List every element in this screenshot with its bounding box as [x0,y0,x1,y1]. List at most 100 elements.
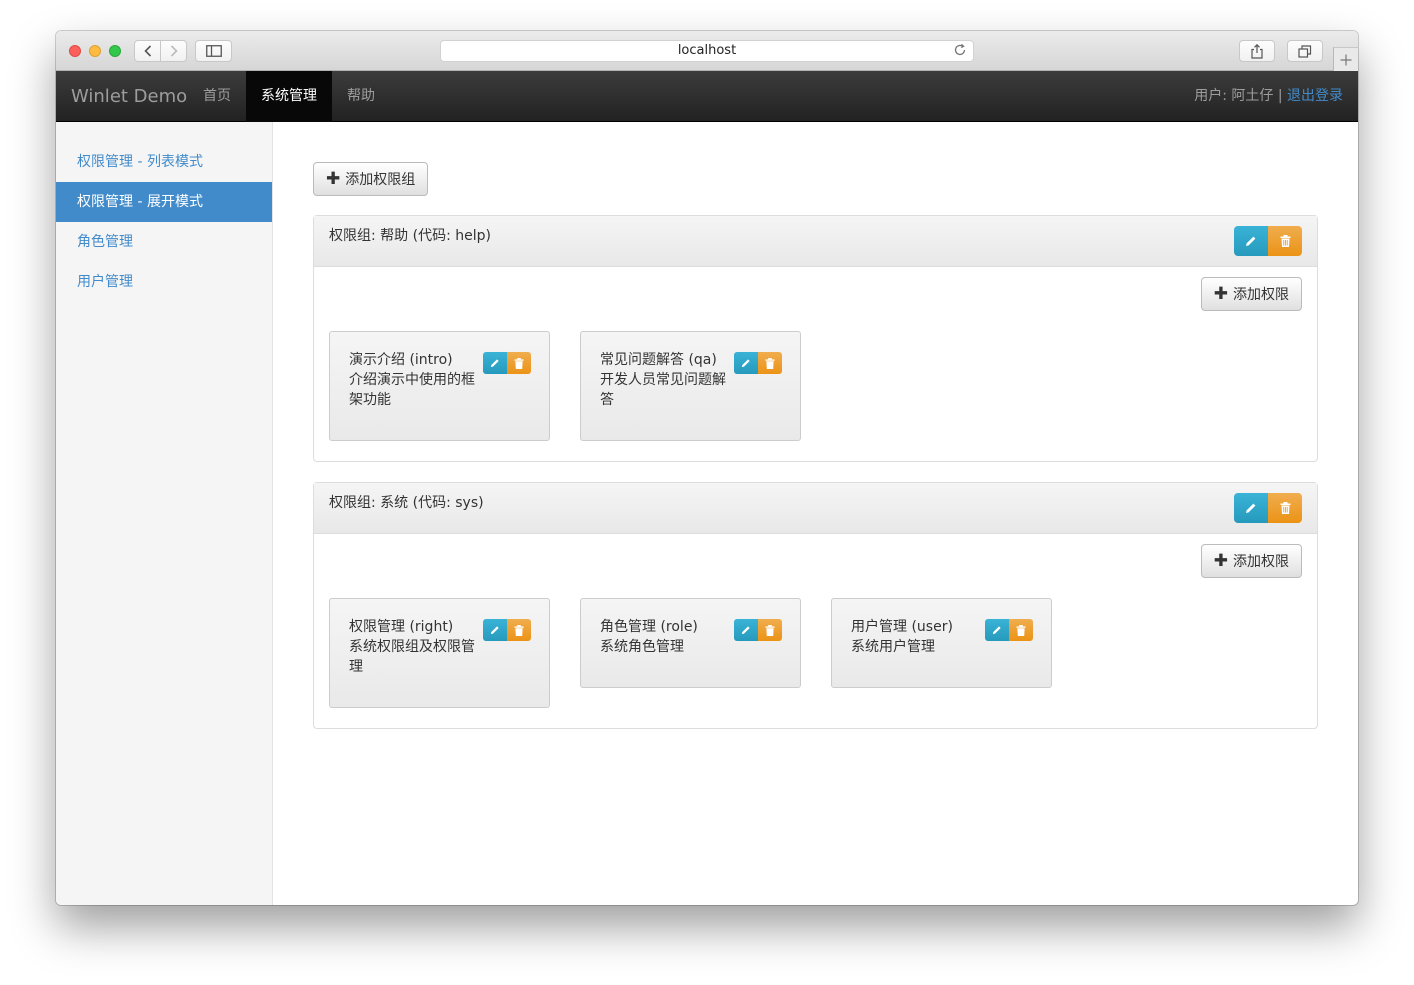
edit-permission-button[interactable] [734,619,758,641]
add-permission-button[interactable]: ✚ 添加权限 [1200,544,1302,578]
permission-card: 演示介绍 (intro) 介绍演示中使用的框架功能 [329,331,550,441]
nav-item-home[interactable]: 首页 [188,71,246,122]
permission-card: 角色管理 (role) 系统角色管理 [580,598,801,688]
pencil-icon [741,626,750,635]
add-permission-label: 添加权限 [1233,554,1289,570]
share-button[interactable] [1239,40,1275,62]
logout-link[interactable]: 退出登录 [1287,88,1343,104]
permission-actions [734,352,782,374]
minimize-window-button[interactable] [89,45,101,57]
group-header: 权限组: 帮助 (代码: help) [314,216,1317,267]
pencil-icon [1246,236,1256,246]
edit-group-button[interactable] [1234,226,1268,256]
permission-actions [734,619,782,641]
edit-permission-button[interactable] [483,352,507,374]
permission-title: 权限管理 (right) [349,619,454,635]
nav-item-help[interactable]: 帮助 [332,71,390,122]
sidebar-item-rights-expanded[interactable]: 权限管理 - 展开模式 [56,182,272,222]
edit-permission-button[interactable] [985,619,1009,641]
permission-group: 权限组: 帮助 (代码: help) ✚ 添加权限 演示介绍 (intro) 介… [313,215,1318,462]
pencil-icon [1246,503,1256,513]
app-navbar: Winlet Demo 首页 系统管理 帮助 用户: 阿土仔 | 退出登录 [56,71,1358,122]
trash-icon [1280,502,1290,514]
permission-card: 常见问题解答 (qa) 开发人员常见问题解答 [580,331,801,441]
permission-actions [985,619,1033,641]
permission-actions [483,352,531,374]
delete-permission-button[interactable] [1009,619,1033,641]
group-actions [1234,493,1302,523]
pencil-icon [741,359,750,368]
reload-icon[interactable] [953,43,967,64]
permission-card: 权限管理 (right) 系统权限组及权限管理 [329,598,550,708]
group-actions [1234,226,1302,256]
plus-icon: ✚ [326,168,341,189]
delete-permission-button[interactable] [758,619,782,641]
user-name: 阿土仔 [1231,88,1274,104]
close-window-button[interactable] [69,45,81,57]
permission-title: 演示介绍 (intro) [349,352,453,368]
group-title: 权限组: 系统 (代码: sys) [329,495,484,511]
permission-title: 用户管理 (user) [851,619,953,635]
delete-group-button[interactable] [1268,226,1302,256]
permission-description: 系统角色管理 [600,639,684,655]
permission-description: 系统权限组及权限管理 [349,639,475,675]
delete-permission-button[interactable] [507,619,531,641]
brand-link[interactable]: Winlet Demo [71,71,187,122]
edit-permission-button[interactable] [483,619,507,641]
tabs-icon [1298,44,1312,58]
pencil-icon [992,626,1001,635]
permission-title: 角色管理 (role) [600,619,698,635]
plus-icon: ✚ [1213,283,1228,304]
chevron-right-icon [170,45,178,57]
main-nav: 首页 系统管理 帮助 [188,71,390,122]
sidebar-item-rights-list[interactable]: 权限管理 - 列表模式 [56,142,272,182]
nav-item-system[interactable]: 系统管理 [246,71,332,122]
history-navigation [134,40,187,62]
plus-icon [1340,54,1352,65]
trash-icon [765,357,775,369]
group-title: 权限组: 帮助 (代码: help) [329,228,491,244]
sidebar-item-roles[interactable]: 角色管理 [56,222,272,262]
address-bar[interactable]: localhost [440,40,974,62]
trash-icon [765,624,775,636]
permission-description: 介绍演示中使用的框架功能 [349,372,475,408]
edit-permission-button[interactable] [734,352,758,374]
user-info: 用户: 阿土仔 | 退出登录 [1194,71,1343,122]
group-header: 权限组: 系统 (代码: sys) [314,483,1317,534]
url-text: localhost [677,43,737,58]
permission-group: 权限组: 系统 (代码: sys) ✚ 添加权限 权限管理 (right) 系统… [313,482,1318,729]
forward-button[interactable] [160,41,186,61]
separator: | [1277,88,1283,104]
browser-toolbar: localhost [56,31,1358,71]
trash-icon [514,624,524,636]
plus-icon: ✚ [1213,550,1228,571]
browser-window: localhost Winlet Demo 首页 系统管理 帮助 用户: 阿土仔… [56,31,1358,905]
new-tab-button[interactable] [1333,47,1358,71]
share-icon [1251,43,1263,59]
delete-permission-button[interactable] [758,352,782,374]
permission-description: 系统用户管理 [851,639,935,655]
delete-permission-button[interactable] [507,352,531,374]
sidebar: 权限管理 - 列表模式 权限管理 - 展开模式 角色管理 用户管理 [56,122,273,905]
chevron-left-icon [144,45,151,57]
add-permission-label: 添加权限 [1233,287,1289,303]
trash-icon [1016,624,1026,636]
permission-title: 常见问题解答 (qa) [600,352,717,368]
trash-icon [1280,235,1290,247]
permission-actions [483,619,531,641]
trash-icon [514,357,524,369]
user-label: 用户: [1194,88,1227,104]
sidebar-item-users[interactable]: 用户管理 [56,262,272,302]
add-group-label: 添加权限组 [345,172,416,188]
pencil-icon [490,626,499,635]
tab-overview-button[interactable] [1287,40,1323,62]
sidebar-toggle-button[interactable] [195,40,232,62]
zoom-window-button[interactable] [109,45,121,57]
permission-card: 用户管理 (user) 系统用户管理 [831,598,1052,688]
delete-group-button[interactable] [1268,493,1302,523]
back-button[interactable] [135,41,160,61]
pencil-icon [490,359,499,368]
add-permission-button[interactable]: ✚ 添加权限 [1200,277,1302,311]
add-group-button[interactable]: ✚ 添加权限组 [313,162,429,196]
edit-group-button[interactable] [1234,493,1268,523]
